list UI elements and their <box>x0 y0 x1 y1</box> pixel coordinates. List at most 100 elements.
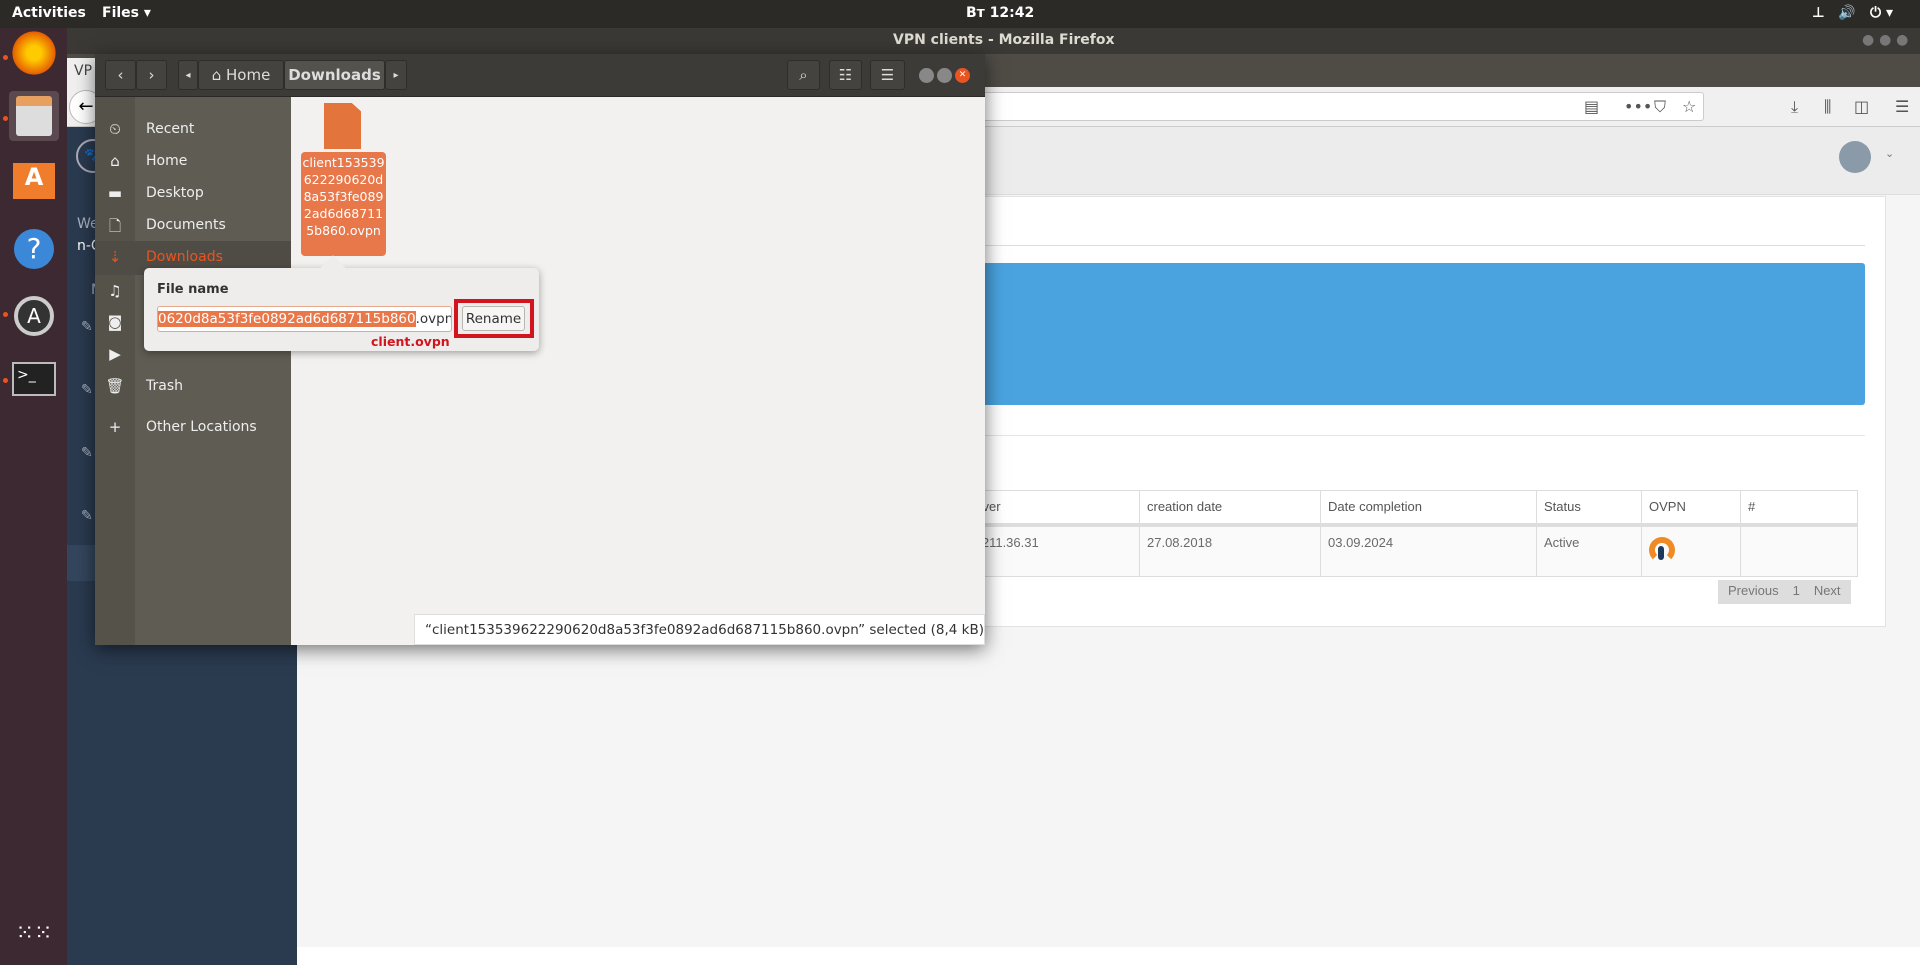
sidebar-item-other-locations[interactable]: + Other Locations <box>95 413 291 443</box>
files-content <box>291 97 985 645</box>
sidebar-item-label: Desktop <box>146 185 204 201</box>
files-app-menu[interactable]: Files ▾ <box>102 5 151 21</box>
selected-text: 0620d8a53f3fe0892ad6d687115b860 <box>158 311 416 327</box>
sidebar-icon[interactable]: ◫ <box>1854 97 1869 116</box>
minimize-button[interactable] <box>919 68 934 83</box>
terminal-icon[interactable]: >_ <box>9 354 59 404</box>
sidebar-item-desktop[interactable]: ▬ Desktop <box>95 179 291 209</box>
path-home-label: Home <box>226 66 271 84</box>
path-downloads-button[interactable]: Downloads <box>284 60 385 90</box>
firefox-icon[interactable] <box>9 28 59 78</box>
path-scroll-right[interactable]: ▸ <box>385 60 407 90</box>
volume-icon[interactable]: 🔊 <box>1838 5 1855 21</box>
cell-status: Active <box>1536 524 1642 577</box>
annotation-new-name: client.ovpn <box>371 334 450 349</box>
trash-icon: 🗑 <box>105 377 125 395</box>
openvpn-download-icon[interactable] <box>1649 536 1675 563</box>
page-actions-icon[interactable]: ••• <box>1624 97 1652 116</box>
cell-actions <box>1740 524 1858 577</box>
show-apps-icon[interactable]: ⁙⁙ <box>9 908 59 958</box>
file-name-input[interactable]: 0620d8a53f3fe0892ad6d687115b860.ovpn <box>157 306 452 332</box>
col-status[interactable]: Status <box>1536 490 1642 527</box>
edit-icon[interactable]: ✎ <box>81 319 93 335</box>
col-date-completion[interactable]: Date completion <box>1320 490 1537 527</box>
table-row: 0.211.36.31 27.08.2018 03.09.2024 Active <box>963 524 1858 577</box>
folder-icon: ▬ <box>107 184 123 202</box>
files-headerbar: ‹ › ◂ ⌂ Home Downloads ▸ ⌕ ☷ ☰ ✕ <box>95 54 985 97</box>
col-server[interactable]: erver <box>963 490 1140 527</box>
sidebar-item-label: Home <box>146 153 188 169</box>
bookmark-star-icon[interactable]: ☆ <box>1682 97 1696 116</box>
page-1[interactable]: 1 <box>1793 583 1800 601</box>
rename-popover: File name 0620d8a53f3fe0892ad6d687115b86… <box>144 255 539 351</box>
reader-view-icon[interactable]: ▤ <box>1584 97 1599 116</box>
files-window: ‹ › ◂ ⌂ Home Downloads ▸ ⌕ ☷ ☰ ✕ ⏲ Recent… <box>95 54 985 645</box>
sidebar-item-home[interactable]: ⌂ Home <box>95 147 291 177</box>
pocket-icon[interactable]: ⛉ <box>1654 97 1666 117</box>
sidebar-item-trash[interactable]: 🗑 Trash <box>95 372 291 402</box>
search-button[interactable]: ⌕ <box>787 60 820 90</box>
path-scroll-left[interactable]: ◂ <box>178 60 198 90</box>
clients-table: erver creation date Date completion Stat… <box>963 490 1858 577</box>
file-name-heading: File name <box>157 282 229 297</box>
edit-icon[interactable]: ✎ <box>81 445 93 461</box>
col-creation-date[interactable]: creation date <box>1139 490 1321 527</box>
selection-status: “client153539622290620d8a53f3fe0892ad6d6… <box>414 614 985 645</box>
cell-creation-date: 27.08.2018 <box>1139 524 1321 577</box>
power-icon[interactable]: ⏻ ▾ <box>1870 5 1893 21</box>
next-page[interactable]: Next <box>1814 583 1841 601</box>
library-icon[interactable]: ⫼ <box>1824 97 1831 117</box>
top-bar: Activities Files ▾ Вт 12:42 ⊥ 🔊 ⏻ ▾ <box>0 0 1920 28</box>
places-list: ⏲ Recent ⌂ Home ▬ Desktop 🗋 Documents ⇣ Downl… <box>95 97 291 645</box>
firefox-titlebar: VPN clients - Mozilla Firefox ● ● ● <box>67 28 1920 54</box>
camera-icon: ◙ <box>107 313 123 331</box>
home-icon: ⌂ <box>110 152 120 170</box>
rename-button[interactable]: Rename <box>462 306 525 331</box>
chevron-down-icon[interactable]: ⌄ <box>1885 147 1894 160</box>
music-icon: ♫ <box>108 282 122 300</box>
downloads-icon[interactable]: ⤓ <box>1791 97 1798 117</box>
plus-icon: + <box>108 418 122 436</box>
files-icon[interactable] <box>9 91 59 141</box>
maximize-button[interactable] <box>937 68 952 83</box>
menu-button[interactable]: ☰ <box>870 60 905 90</box>
col-actions[interactable]: # <box>1740 490 1858 527</box>
video-icon: ▶ <box>109 345 121 363</box>
activities-button[interactable]: Activities <box>12 5 86 21</box>
file-name-label[interactable]: client153539622290620d8a53f3fe0892ad6d68… <box>301 152 386 256</box>
col-ovpn[interactable]: OVPN <box>1641 490 1741 527</box>
sidebar-item-label: Documents <box>146 217 226 233</box>
window-controls[interactable]: ● ● ● <box>1862 32 1908 48</box>
help-icon[interactable]: ? <box>9 224 59 274</box>
view-toggle-button[interactable]: ☷ <box>829 60 862 90</box>
table-header-row: erver creation date Date completion Stat… <box>963 490 1858 527</box>
cell-server: 0.211.36.31 <box>963 524 1140 577</box>
extension-text: .ovpn <box>415 311 452 327</box>
clock[interactable]: Вт 12:42 <box>966 5 1034 21</box>
sidebar-item-label: Other Locations <box>146 419 257 435</box>
software-updater-icon[interactable]: A <box>9 291 59 341</box>
close-button[interactable]: ✕ <box>955 68 970 83</box>
list-view-icon: ☷ <box>838 66 853 84</box>
sidebar-item-recent[interactable]: ⏲ Recent <box>95 115 291 145</box>
menu-icon[interactable]: ☰ <box>1895 97 1909 116</box>
previous-page[interactable]: Previous <box>1728 583 1779 601</box>
search-icon: ⌕ <box>799 66 808 84</box>
forward-button[interactable]: › <box>136 60 167 90</box>
window-title: VPN clients - Mozilla Firefox <box>893 32 1115 48</box>
sidebar-item-label: Recent <box>146 121 195 137</box>
software-center-icon[interactable]: A <box>9 156 59 206</box>
file-document-icon[interactable] <box>324 103 361 149</box>
cell-date-completion: 03.09.2024 <box>1320 524 1537 577</box>
sidebar-item-documents[interactable]: 🗋 Documents <box>95 211 291 241</box>
user-avatar[interactable] <box>1839 141 1871 173</box>
cell-ovpn <box>1641 524 1741 577</box>
clock-icon: ⏲ <box>109 120 121 138</box>
network-icon[interactable]: ⊥ <box>1812 5 1825 21</box>
path-home-button[interactable]: ⌂ Home <box>198 60 284 90</box>
edit-icon[interactable]: ✎ <box>81 382 93 398</box>
page-footer <box>297 947 1920 965</box>
back-button[interactable]: ‹ <box>105 60 136 90</box>
edit-icon[interactable]: ✎ <box>81 508 93 524</box>
home-icon: ⌂ <box>211 66 226 84</box>
